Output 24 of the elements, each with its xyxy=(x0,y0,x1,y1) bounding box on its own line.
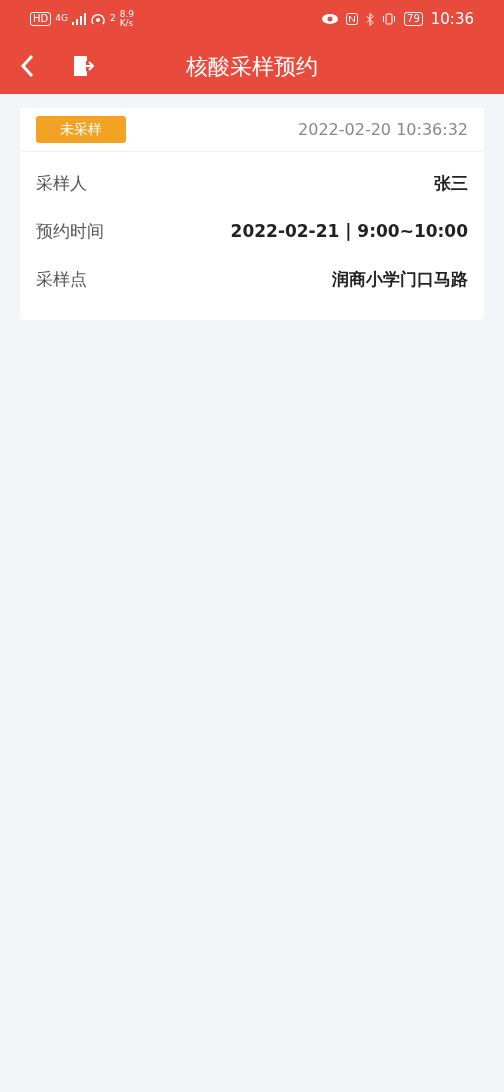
field-label: 预约时间 xyxy=(36,220,104,244)
back-icon[interactable] xyxy=(20,54,34,78)
bluetooth-icon xyxy=(366,12,375,26)
field-value: 2022-02-21 | 9:00~10:00 xyxy=(230,220,468,244)
field-label: 采样点 xyxy=(36,268,87,292)
network-speed: 8.9 xyxy=(119,10,134,19)
hotspot-count: 2 xyxy=(109,12,116,26)
status-tag: 未采样 xyxy=(36,116,126,143)
page-title: 核酸采样预约 xyxy=(186,52,318,81)
field-label: 采样人 xyxy=(36,172,87,196)
clock-time: 10:36 xyxy=(430,8,474,30)
field-value: 润商小学门口马路 xyxy=(332,268,468,292)
vibrate-icon xyxy=(382,13,397,25)
created-time: 2022-02-20 10:36:32 xyxy=(298,118,468,141)
network-type: 4G xyxy=(55,12,68,26)
field-value: 张三 xyxy=(434,172,468,196)
speed-unit: K/s xyxy=(119,19,134,28)
battery-level: 79 xyxy=(404,12,423,26)
nfc-icon xyxy=(346,13,359,25)
hd-indicator: HD xyxy=(30,12,52,26)
signal-icon xyxy=(71,13,86,25)
eye-icon xyxy=(322,14,339,24)
hotspot-icon xyxy=(89,12,106,26)
exit-door-icon[interactable] xyxy=(72,54,94,78)
